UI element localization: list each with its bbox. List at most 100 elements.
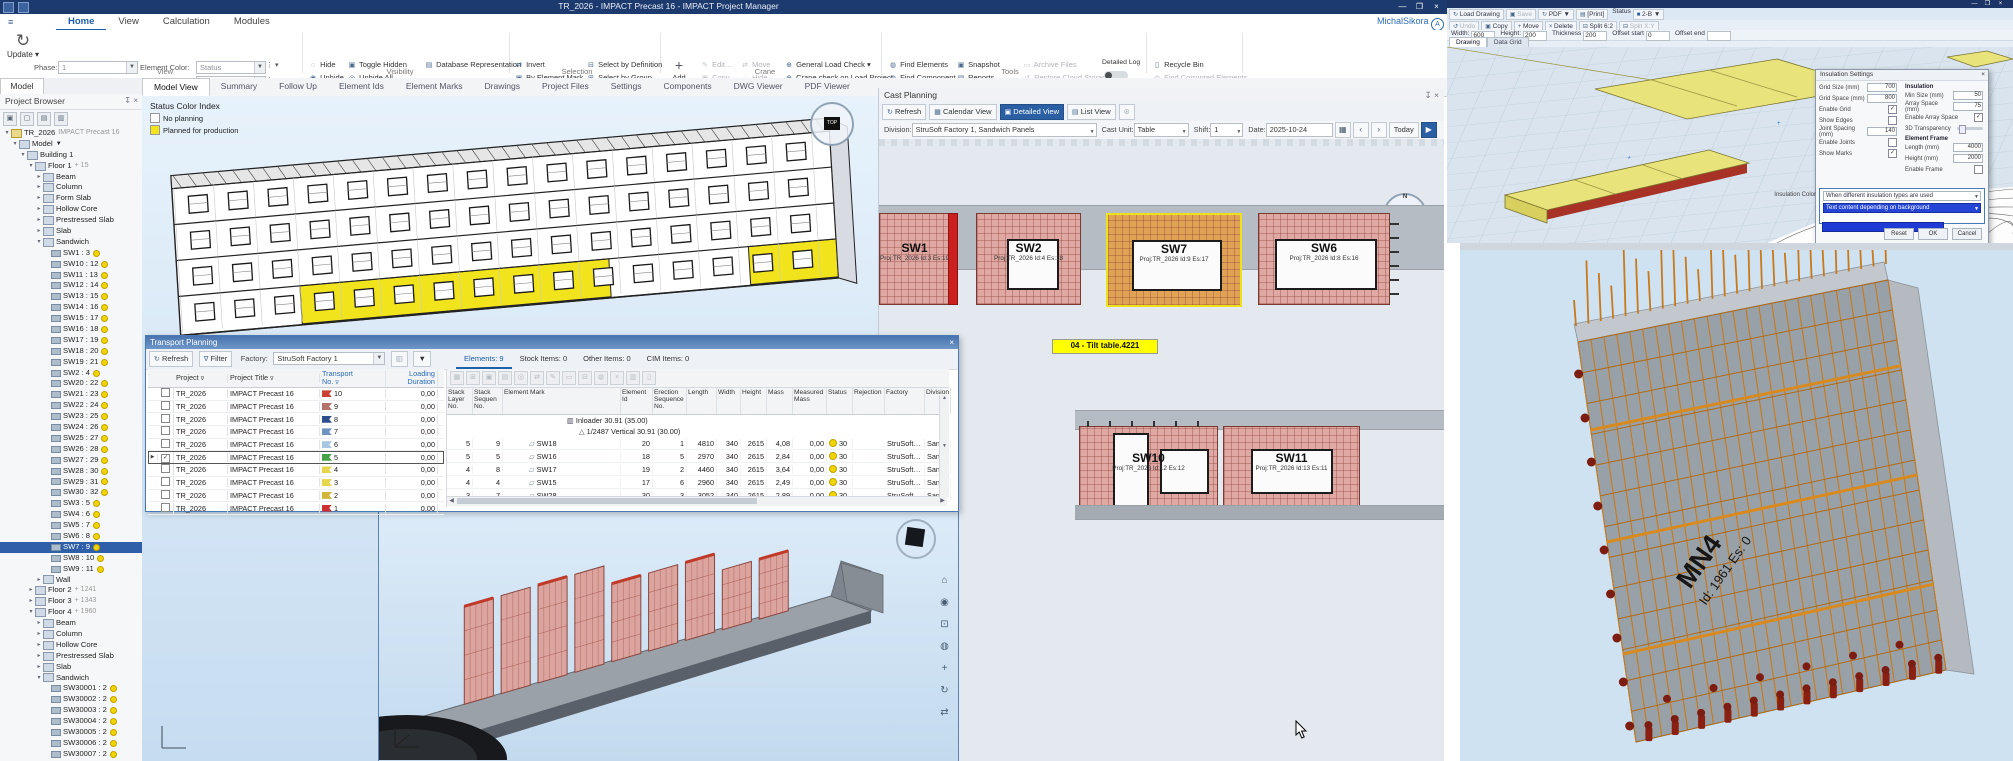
tree-item-sw9-11[interactable]: SW9 : 11 (0, 564, 142, 575)
viewer-tab-summary[interactable]: Summary (210, 78, 268, 96)
cast-element-sw1[interactable]: SW1 Proj:TR_2026 Id:3 Es:19 (879, 213, 950, 305)
transport-row[interactable]: TR_2026 IMPACT Precast 16 2 0,00 (148, 489, 444, 503)
division-select[interactable]: StruSoft Factory 1, Sandwich Panels ▼ (911, 123, 1097, 137)
row-checkbox[interactable] (161, 464, 170, 474)
fit-view-icon[interactable]: ⇄ (937, 705, 952, 720)
vertical-scrollbar[interactable]: ▲ ▼ (939, 395, 949, 497)
filter-icon[interactable]: ▼ (56, 139, 62, 150)
date-field[interactable]: 2025-10-24 (1265, 123, 1333, 137)
tree-item-wall[interactable]: ▸ Wall (0, 575, 142, 586)
row-checkbox[interactable] (161, 439, 170, 449)
ribbon-item-archive-files[interactable]: ▭ Archive Files (1022, 60, 1077, 69)
transport-row[interactable]: TR_2026 IMPACT Precast 16 10 0,00 (148, 388, 444, 401)
collapse-icon[interactable]: ▤ (37, 112, 51, 126)
tree-item-sw26-28[interactable]: SW26 : 28 (0, 444, 142, 455)
row-checkbox[interactable] (161, 489, 170, 499)
tree-item-form-slab[interactable]: ▸ Form Slab (0, 193, 142, 204)
transport-row[interactable]: TR_2026 IMPACT Precast 16 7 0,00 (148, 426, 444, 439)
status-select[interactable]: ■ 2-B ▼ (1632, 9, 1665, 20)
view-cube[interactable] (896, 519, 936, 559)
update-button[interactable]: ↻ Update ▾ (6, 32, 40, 60)
tree-item-sw22-24[interactable]: SW22 : 24 (0, 400, 142, 411)
tree-item-sw6-8[interactable]: SW6 : 8 (0, 531, 142, 542)
setting-field[interactable]: 2000 (1953, 154, 1983, 163)
tree-item-sw16-18[interactable]: SW16 : 18 (0, 324, 142, 335)
setting-checkbox[interactable]: ✓ (1974, 113, 1983, 122)
text-mode-select[interactable]: Text content depending on background ▼ (1823, 203, 1981, 213)
tree-item-sw17-19[interactable]: SW17 : 19 (0, 335, 142, 346)
cancel-button[interactable]: Cancel (1952, 228, 1982, 240)
drawing-canvas[interactable]: + + Insulation Settings × Grid Size (mm) 70… (1447, 47, 2013, 243)
tree-item-sw11-13[interactable]: SW11 : 13 (0, 270, 142, 281)
ribbon-item-edit-[interactable]: ✎ Edit... (700, 60, 731, 69)
element-row[interactable]: 4 8 ▱ SW17 19 2 4460 340 2615 3,64 0,00 30 StruSoft… (447, 463, 951, 476)
row-checkbox[interactable] (161, 401, 170, 411)
grid-tool-icon[interactable]: ▯ (642, 371, 656, 385)
element-color-select[interactable]: Status ▼ (196, 61, 266, 74)
select-cursor-button[interactable]: ▶ (1420, 122, 1437, 138)
tree-item-sw4-6[interactable]: SW4 : 6 (0, 509, 142, 520)
tree-item-sw21-23[interactable]: SW21 : 23 (0, 389, 142, 400)
ribbon-item-snapshot[interactable]: ▣ Snapshot (956, 60, 1000, 69)
cast-element-sw7[interactable]: SW7 Proj:TR_2026 Id:9 Es:17 (1106, 213, 1242, 307)
setting-checkbox[interactable] (1888, 116, 1897, 125)
tree-item-sw30001-2[interactable]: SW30001 : 2 (0, 683, 142, 694)
cast-view-detailed-view[interactable]: ▣ Detailed View (999, 104, 1065, 120)
load-drawing-button[interactable]: ↻ Load Drawing (1449, 9, 1504, 20)
transport-row[interactable]: TR_2026 IMPACT Precast 16 9 0,00 (148, 401, 444, 414)
transport-row[interactable]: TR_2026 IMPACT Precast 16 8 0,00 (148, 413, 444, 427)
ribbon-item-recycle-bin[interactable]: ▯ Recycle Bin (1152, 60, 1204, 69)
refresh-button[interactable]: ↻ Refresh (149, 351, 194, 367)
grid-tool-icon[interactable]: × (610, 371, 624, 385)
tree-item-sw7-9[interactable]: SW7 : 9 (0, 541, 142, 553)
zoom-window-icon[interactable]: ⊡ (937, 617, 952, 632)
grid-tool-icon[interactable]: ▭ (562, 371, 576, 385)
grid-tool-icon[interactable]: ⊟ (578, 371, 592, 385)
tree-item-sw12-14[interactable]: SW12 : 14 (0, 280, 142, 291)
tree-item-column[interactable]: ▸ Column (0, 182, 142, 193)
pan-icon[interactable]: + (937, 661, 952, 676)
setting-field[interactable]: 700 (1867, 83, 1897, 92)
shift-select[interactable]: 1 ▼ (1210, 123, 1244, 137)
setting-checkbox[interactable] (1888, 138, 1897, 147)
home-icon[interactable]: ⌂ (937, 573, 952, 588)
transport-tab-stock-items-0[interactable]: Stock Items: 0 (512, 349, 576, 369)
grid-tool-icon[interactable]: ✎ (546, 371, 560, 385)
cast-view-refresh[interactable]: ↻ Refresh (882, 104, 927, 120)
tree-item-sw15-17[interactable]: SW15 : 17 (0, 313, 142, 324)
tree-item-sw30005-2[interactable]: SW30005 : 2 (0, 727, 142, 738)
viewer-tab-settings[interactable]: Settings (600, 78, 653, 96)
tree-item-sandwich[interactable]: ▾ Sandwich (0, 673, 142, 684)
grid-tool-icon[interactable]: ◎ (514, 371, 528, 385)
tree-item-sw10-12[interactable]: SW10 : 12 (0, 259, 142, 270)
grid-tool-icon[interactable]: ▥ (626, 371, 640, 385)
field-thickness[interactable]: 200 (1583, 31, 1608, 41)
expand-icon[interactable]: ▥ (54, 112, 68, 126)
phase-select[interactable]: 1 ▼ (58, 61, 138, 74)
tree-item-sw13-15[interactable]: SW13 : 15 (0, 291, 142, 302)
viewer-tab-dwg-viewer[interactable]: DWG Viewer (723, 78, 794, 96)
tree-item-sw19-21[interactable]: SW19 : 21 (0, 357, 142, 368)
viewer-tab-model-view[interactable]: Model View (142, 78, 210, 96)
cast-view-list-view[interactable]: ▤ List View (1067, 104, 1116, 120)
transport-row[interactable]: ▶ ✓ TR_2026 IMPACT Precast 16 5 0,00 (148, 451, 444, 465)
tree-item-sw30006-2[interactable]: SW30006 : 2 (0, 738, 142, 749)
field-offset-end[interactable] (1706, 31, 1731, 41)
element-row[interactable]: 5 9 ▱ SW18 20 1 4810 340 2615 4,08 0,00 30 StruSoft… (447, 437, 951, 450)
pin-icon[interactable]: ↧ (1425, 90, 1432, 100)
tree-item-floor-3[interactable]: ▸ Floor 3 + 1343 (0, 596, 142, 607)
setting-checkbox[interactable]: ✓ (1888, 105, 1897, 114)
tree-item-sw27-29[interactable]: SW27 : 29 (0, 455, 142, 466)
tree-item-sw30004-2[interactable]: SW30004 : 2 (0, 716, 142, 727)
cast-element-sw6[interactable]: SW6 Proj:TR_2026 Id:8 Es:16 (1258, 213, 1390, 305)
tree-item-sw2-4[interactable]: SW2 : 4 (0, 368, 142, 379)
user-badge[interactable]: MichalSikora A (1352, 16, 1444, 31)
tab-model[interactable]: Model (0, 78, 44, 94)
tree-item-tr-2026[interactable]: ▾ TR_2026 IMPACT Precast 16 (0, 128, 142, 139)
viewer-tab-pdf-viewer[interactable]: PDF Viewer (794, 78, 861, 96)
row-checkbox[interactable]: ✓ (161, 453, 170, 463)
tree-item-sw30-32[interactable]: SW30 : 32 (0, 487, 142, 498)
zoom-icon[interactable]: ◍ (937, 639, 952, 654)
tree-item-sw29-31[interactable]: SW29 : 31 (0, 477, 142, 488)
tree-item-building-1[interactable]: ▾ Building 1 (0, 150, 142, 161)
